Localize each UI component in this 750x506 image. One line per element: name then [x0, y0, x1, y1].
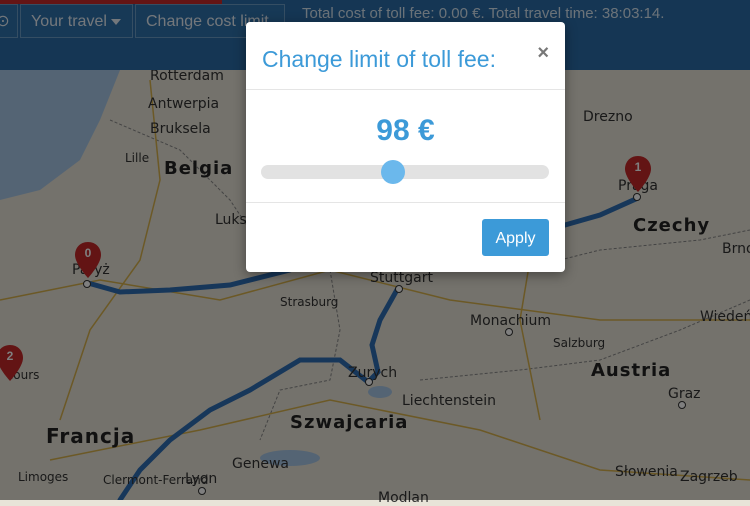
modal-title: Change limit of toll fee:: [262, 46, 496, 72]
close-icon: ×: [537, 42, 549, 64]
close-button[interactable]: ×: [537, 42, 549, 65]
divider: [246, 89, 565, 90]
toll-limit-slider[interactable]: [261, 160, 549, 184]
apply-button[interactable]: Apply: [482, 219, 549, 256]
toll-fee-modal: Change limit of toll fee: × 98 € Apply: [246, 22, 565, 272]
toll-limit-value: 98 €: [376, 114, 435, 147]
divider: [246, 202, 565, 203]
slider-handle[interactable]: [381, 160, 406, 184]
